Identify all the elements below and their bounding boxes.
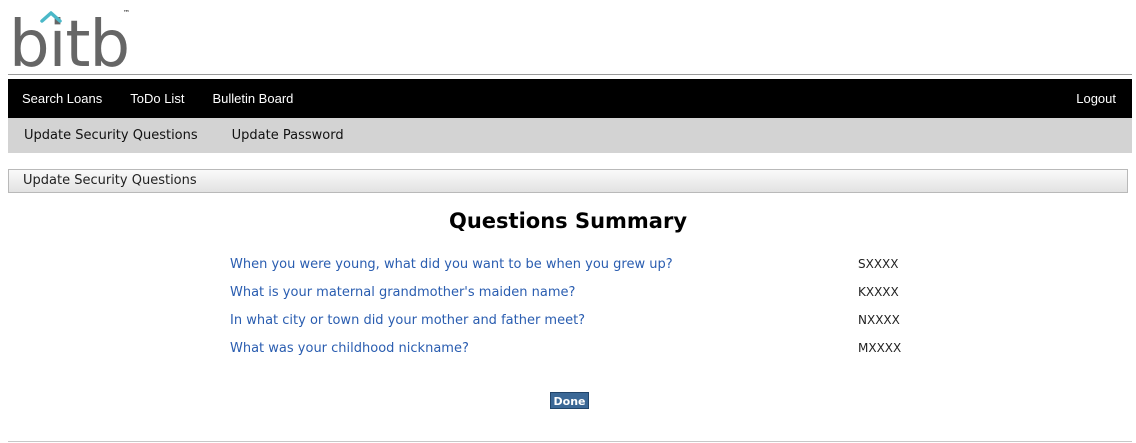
- section-title: Update Security Questions: [23, 173, 197, 188]
- question-row: In what city or town did your mother and…: [230, 313, 930, 333]
- logout-link[interactable]: Logout: [1062, 79, 1132, 118]
- sub-nav: Update Security Questions Update Passwor…: [8, 118, 1132, 153]
- logo-text: bitb: [9, 10, 129, 70]
- nav-bulletin-board[interactable]: Bulletin Board: [198, 79, 307, 118]
- question-row: What is your maternal grandmother's maid…: [230, 285, 930, 305]
- security-question-link[interactable]: When you were young, what did you want t…: [230, 257, 673, 272]
- bitb-logo[interactable]: bitb: [9, 10, 139, 70]
- security-question-link[interactable]: What is your maternal grandmother's maid…: [230, 285, 575, 300]
- security-question-link[interactable]: What was your childhood nickname?: [230, 341, 469, 356]
- main-nav: Search Loans ToDo List Bulletin Board Lo…: [8, 79, 1132, 118]
- footer-divider: [8, 441, 1132, 442]
- masked-answer: NXXXX: [858, 313, 900, 327]
- masked-answer: MXXXX: [858, 341, 902, 355]
- question-row: When you were young, what did you want t…: [230, 257, 930, 277]
- trademark-symbol: ™: [123, 9, 130, 17]
- header-divider: [8, 74, 1132, 75]
- nav-todo-list[interactable]: ToDo List: [116, 79, 198, 118]
- subnav-update-password[interactable]: Update Password: [214, 118, 360, 153]
- nav-search-loans[interactable]: Search Loans: [8, 79, 116, 118]
- question-row: What was your childhood nickname? MXXXX: [230, 341, 930, 361]
- section-header: Update Security Questions: [8, 169, 1128, 193]
- done-button[interactable]: Done: [550, 392, 589, 409]
- bitb-logo-graphic: bitb: [9, 10, 130, 70]
- page-title: Questions Summary: [448, 209, 688, 233]
- security-question-link[interactable]: In what city or town did your mother and…: [230, 313, 585, 328]
- masked-answer: KXXXX: [858, 285, 899, 299]
- subnav-update-security-questions[interactable]: Update Security Questions: [8, 118, 214, 153]
- masked-answer: SXXXX: [858, 257, 899, 271]
